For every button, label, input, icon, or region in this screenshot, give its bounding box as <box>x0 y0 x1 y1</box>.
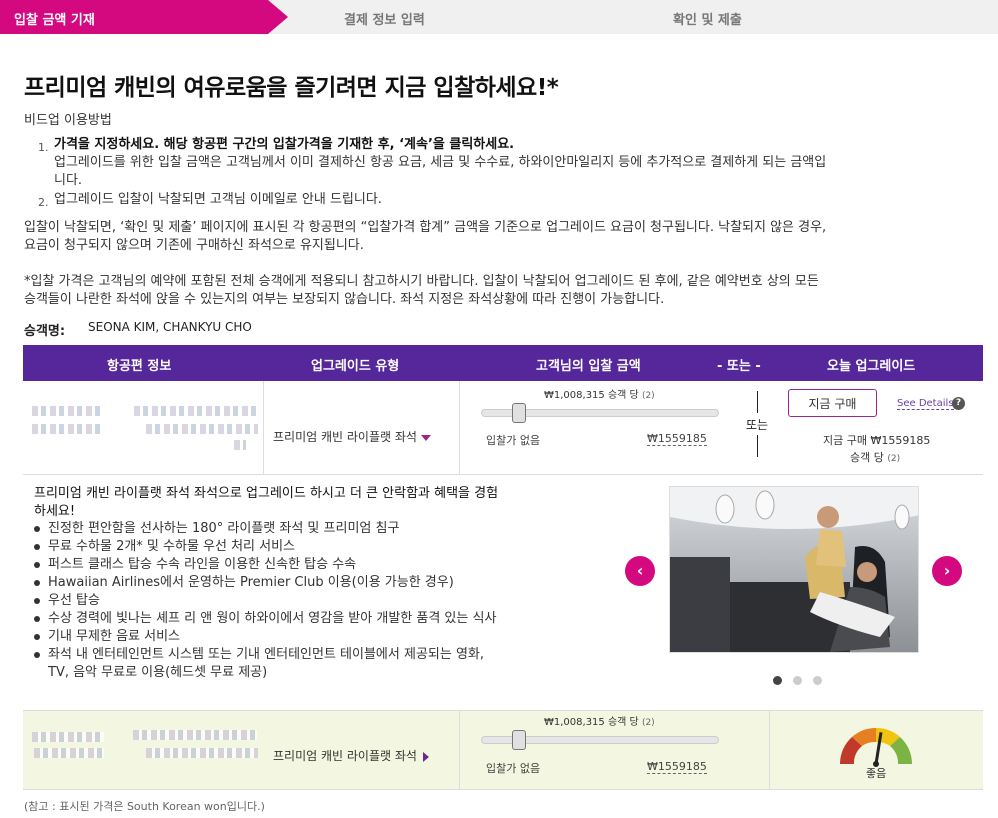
page-title: 프리미엄 캐빈의 여유로움을 즐기려면 지금 입찰하세요!* <box>24 75 559 101</box>
instruction-1-text-b: 니다. <box>54 173 83 188</box>
benefit-item: 우선 탑승 <box>34 592 504 610</box>
help-icon[interactable]: ? <box>952 397 965 410</box>
flight-info-redacted <box>34 748 104 758</box>
upgrade-table-header: 항공편 정보 업그레이드 유형 고객님의 입찰 금액 - 또는 - 오늘 업그레… <box>23 345 983 381</box>
header-upgrade-type: 업그레이드 유형 <box>311 359 400 374</box>
flight-info-redacted <box>234 440 246 450</box>
bid-slider-min-label: 입찰가 없음 <box>486 762 541 775</box>
bid-slider-min-label: 입찰가 없음 <box>486 434 541 447</box>
cabin-type-link[interactable]: 프리미엄 캐빈 라이플랫 좌석 <box>273 747 429 764</box>
bid-value-text: ₩1,008,315 승객 당 <box>544 390 639 401</box>
carousel-dot-3[interactable] <box>813 676 822 685</box>
benefit-item: 수상 경력에 빛나는 셰프 리 앤 웡이 하와이에서 영감을 받아 개발한 품격… <box>34 610 504 628</box>
instruction-1-text-a: 업그레이드를 위한 입찰 금액은 고객님께서 이미 결제하신 항공 요금, 세금… <box>54 155 827 170</box>
bid-passenger-count: (2) <box>641 718 655 728</box>
instruction-2-text: 업그레이드 입찰이 낙찰되면 고객님 이메일로 안내 드립니다. <box>54 192 382 207</box>
bid-slider-max-label: ₩1559185 <box>647 432 707 446</box>
seating-note-line-1: *입찰 가격은 고객님의 예약에 포함된 전체 승객에게 적용되니 참고하시기 … <box>24 274 819 289</box>
upgrade-benefits-list: 진정한 편안함을 선사하는 180° 라이플랫 좌석 및 프리미엄 침구 무료 수… <box>34 520 504 682</box>
upgrade-benefits-intro: 프리미엄 캐빈 라이플랫 좌석 좌석으로 업그레이드 하시고 더 큰 안락함과 … <box>34 486 499 519</box>
benefit-item: 진정한 편안함을 선사하는 180° 라이플랫 좌석 및 프리미엄 침구 <box>34 520 504 538</box>
currency-footnote: (참고 : 표시된 가격은 South Korean won입니다.) <box>24 800 265 813</box>
flight-info-redacted <box>32 424 104 434</box>
cabin-photo <box>669 486 919 653</box>
bid-value-display: ₩1,008,315 승객 당 (2) <box>544 713 655 728</box>
seating-note-line-2: 승객들이 나란한 좌석에 앉을 수 있는지의 여부는 보장되지 않습니다. 좌석… <box>24 292 665 307</box>
caret-right-icon <box>422 751 429 762</box>
step-payment-info: 결제 정보 입력 <box>344 13 425 28</box>
row-divider <box>769 711 770 789</box>
row-divider <box>459 711 460 789</box>
cabin-type-label: 프리미엄 캐빈 라이플랫 좌석 <box>273 430 417 444</box>
step-bid-amount-label: 입찰 금액 기재 <box>14 13 95 28</box>
carousel-dot-2[interactable] <box>793 676 802 685</box>
or-divider-top <box>757 391 758 413</box>
benefit-item: Hawaiian Airlines에서 운영하는 Premier Club 이용… <box>34 574 504 592</box>
billing-note-line-2: 요금이 청구되지 않으며 기존에 구매하신 좌석으로 유지됩니다. <box>24 238 364 253</box>
cabin-type-label: 프리미엄 캐빈 라이플랫 좌석 <box>273 749 417 763</box>
bid-value-text: ₩1,008,315 승객 당 <box>544 717 639 728</box>
per-passenger-label: 승객 당 (2) <box>850 449 900 465</box>
buy-now-button[interactable]: 지금 구매 <box>788 389 877 417</box>
or-divider-bottom <box>757 435 758 457</box>
bid-slider-handle[interactable] <box>512 730 527 750</box>
instruction-number-2: 2. <box>38 196 49 209</box>
per-passenger-text: 승객 당 <box>850 451 884 464</box>
flight-info-redacted <box>32 406 102 416</box>
step-bid-amount: 입찰 금액 기재 <box>0 0 288 34</box>
instruction-1-heading: 가격을 지정하세요. 해당 항공편 구간의 입찰가격을 기재한 후, ‘계속’을… <box>54 137 515 152</box>
carousel-prev-button[interactable]: ‹ <box>625 556 655 586</box>
bid-strength-gauge <box>839 727 913 767</box>
buy-now-price: 지금 구매 ₩1559185 <box>823 434 931 447</box>
progress-steps: 입찰 금액 기재 결제 정보 입력 확인 및 제출 <box>0 0 998 34</box>
row-divider <box>263 381 264 475</box>
flight-info-redacted <box>146 748 258 758</box>
gauge-rating-label: 좋음 <box>866 767 887 780</box>
benefit-item: 좌석 내 엔터테인먼트 시스템 또는 기내 엔터테인먼트 테이블에서 제공되는 … <box>34 646 504 682</box>
or-label: 또는 <box>746 418 769 432</box>
carousel-dot-1[interactable] <box>773 676 782 685</box>
bid-passenger-count: (2) <box>641 391 655 401</box>
bid-slider-max-label: ₩1559185 <box>647 760 707 774</box>
step-confirm-submit: 확인 및 제출 <box>673 13 742 28</box>
benefit-item: 무료 수하물 2개* 및 수하물 우선 처리 서비스 <box>34 538 504 556</box>
caret-down-icon <box>420 434 431 441</box>
carousel-next-button[interactable]: › <box>932 556 962 586</box>
see-details-link[interactable]: See Details <box>897 398 954 410</box>
flight-info-redacted <box>133 730 257 740</box>
header-your-bid: 고객님의 입찰 금액 <box>536 359 641 374</box>
benefit-item: 퍼스트 클래스 탑승 수속 라인을 이용한 신속한 탑승 수속 <box>34 556 504 574</box>
bid-slider-handle[interactable] <box>512 403 527 423</box>
header-upgrade-today: 오늘 업그레이드 <box>827 359 916 374</box>
flight-info-redacted <box>32 732 104 742</box>
row-divider <box>459 381 460 475</box>
cabin-type-select[interactable]: 프리미엄 캐빈 라이플랫 좌석 <box>273 428 431 445</box>
per-passenger-count: (2) <box>887 454 901 464</box>
howto-title: 비드업 이용방법 <box>24 113 112 128</box>
flight-info-redacted <box>146 424 258 434</box>
header-flight-info: 항공편 정보 <box>107 359 172 374</box>
passenger-names: SEONA KIM, CHANKYU CHO <box>88 320 252 334</box>
billing-note-line-1: 입찰이 낙찰되면, ‘확인 및 제출’ 페이지에 표시된 각 항공편의 “입찰가… <box>24 220 827 235</box>
passenger-label: 승객명: <box>24 324 66 339</box>
lie-flat-cabin-image <box>670 487 918 652</box>
instruction-number-1: 1. <box>38 141 49 154</box>
header-or: - 또는 - <box>717 359 761 374</box>
bid-value-display: ₩1,008,315 승객 당 (2) <box>544 386 655 401</box>
benefit-item: 기내 무제한 음료 서비스 <box>34 628 504 646</box>
flight-info-redacted <box>134 406 258 416</box>
